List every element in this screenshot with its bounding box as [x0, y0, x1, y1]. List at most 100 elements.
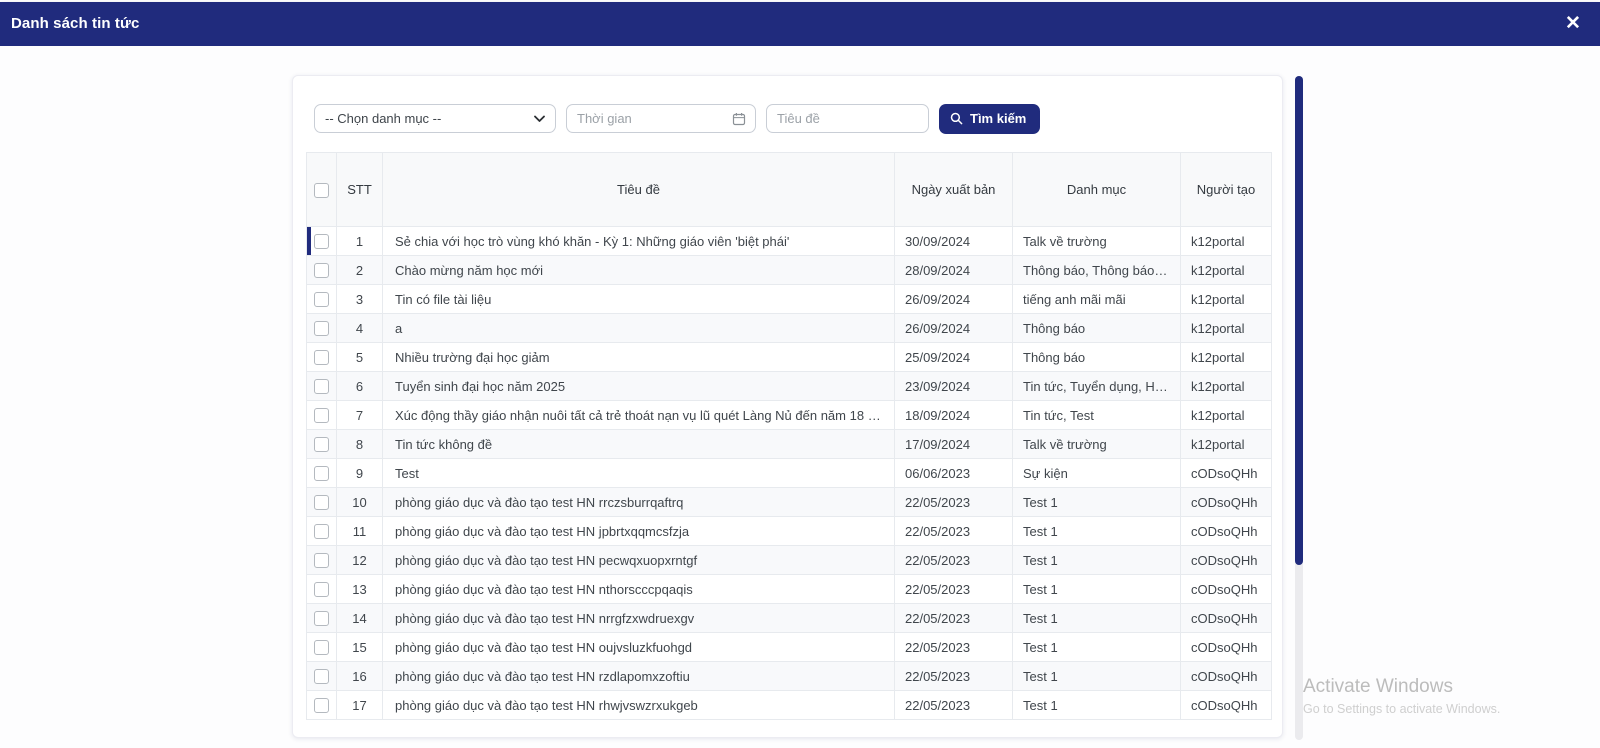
- row-stt: 5: [337, 343, 383, 372]
- row-category: Tin tức, Tuyển dụng, Học sinh: [1013, 372, 1181, 401]
- row-checkbox[interactable]: [314, 321, 329, 336]
- col-publish-date: Ngày xuất bản: [895, 153, 1013, 227]
- row-publish-date: 22/05/2023: [895, 633, 1013, 662]
- row-checkbox-cell: [307, 691, 337, 720]
- row-publish-date: 06/06/2023: [895, 459, 1013, 488]
- table-row[interactable]: 5 Nhiều trường đại học giảm 25/09/2024 T…: [307, 343, 1272, 372]
- title-field-wrap: [766, 104, 929, 133]
- row-publish-date: 22/05/2023: [895, 575, 1013, 604]
- row-title: a: [383, 314, 895, 343]
- row-category: Talk về trường: [1013, 430, 1181, 459]
- search-button[interactable]: Tìm kiếm: [939, 104, 1040, 134]
- table-row[interactable]: 13 phòng giáo dục và đào tạo test HN nth…: [307, 575, 1272, 604]
- row-category: Thông báo: [1013, 314, 1181, 343]
- row-checkbox[interactable]: [314, 263, 329, 278]
- row-category: Tin tức, Test: [1013, 401, 1181, 430]
- table-row[interactable]: 17 phòng giáo dục và đào tạo test HN rhw…: [307, 691, 1272, 720]
- table-row[interactable]: 3 Tin có file tài liệu 26/09/2024 tiếng …: [307, 285, 1272, 314]
- title-search-field[interactable]: [767, 105, 928, 132]
- table-row[interactable]: 10 phòng giáo dục và đào tạo test HN rrc…: [307, 488, 1272, 517]
- row-category: tiếng anh mãi mãi: [1013, 285, 1181, 314]
- table-row[interactable]: 11 phòng giáo dục và đào tạo test HN jpb…: [307, 517, 1272, 546]
- table-body: 1 Sẻ chia với học trò vùng khó khăn - Kỳ…: [307, 227, 1272, 720]
- row-checkbox[interactable]: [314, 234, 329, 249]
- scrollbar-thumb[interactable]: [1295, 76, 1303, 565]
- table-row[interactable]: 15 phòng giáo dục và đào tạo test HN ouj…: [307, 633, 1272, 662]
- row-publish-date: 22/05/2023: [895, 488, 1013, 517]
- row-category: Test 1: [1013, 517, 1181, 546]
- table-row[interactable]: 1 Sẻ chia với học trò vùng khó khăn - Kỳ…: [307, 227, 1272, 256]
- row-category: Test 1: [1013, 604, 1181, 633]
- col-stt: STT: [337, 153, 383, 227]
- scrollbar-track[interactable]: [1295, 76, 1303, 740]
- page-title: Danh sách tin tức: [11, 15, 139, 32]
- row-stt: 9: [337, 459, 383, 488]
- row-publish-date: 28/09/2024: [895, 256, 1013, 285]
- row-category: Thông báo: [1013, 343, 1181, 372]
- row-stt: 10: [337, 488, 383, 517]
- table-row[interactable]: 7 Xúc động thầy giáo nhận nuôi tất cả tr…: [307, 401, 1272, 430]
- row-publish-date: 17/09/2024: [895, 430, 1013, 459]
- close-icon[interactable]: ✕: [1560, 11, 1586, 37]
- news-table: STT Tiêu đề Ngày xuất bản Danh mục Người…: [306, 152, 1272, 720]
- row-creator: k12portal: [1181, 372, 1272, 401]
- row-creator: cODsoQHh: [1181, 691, 1272, 720]
- row-checkbox[interactable]: [314, 466, 329, 481]
- category-select[interactable]: -- Chọn danh mục --: [314, 104, 556, 133]
- row-category: Talk về trường: [1013, 227, 1181, 256]
- row-title: phòng giáo dục và đào tạo test HN pecwqx…: [383, 546, 895, 575]
- row-creator: k12portal: [1181, 343, 1272, 372]
- table-row[interactable]: 6 Tuyển sinh đại học năm 2025 23/09/2024…: [307, 372, 1272, 401]
- row-stt: 13: [337, 575, 383, 604]
- row-checkbox[interactable]: [314, 437, 329, 452]
- row-checkbox[interactable]: [314, 582, 329, 597]
- row-checkbox-cell: [307, 546, 337, 575]
- row-stt: 17: [337, 691, 383, 720]
- row-checkbox[interactable]: [314, 553, 329, 568]
- row-publish-date: 22/05/2023: [895, 691, 1013, 720]
- row-category: Sự kiện: [1013, 459, 1181, 488]
- row-checkbox[interactable]: [314, 611, 329, 626]
- row-creator: cODsoQHh: [1181, 662, 1272, 691]
- filter-bar: -- Chọn danh mục -- Tìm kiếm: [314, 104, 1269, 133]
- table-row[interactable]: 2 Chào mừng năm học mới 28/09/2024 Thông…: [307, 256, 1272, 285]
- col-category: Danh mục: [1013, 153, 1181, 227]
- table-row[interactable]: 4 a 26/09/2024 Thông báo k12portal: [307, 314, 1272, 343]
- row-creator: cODsoQHh: [1181, 575, 1272, 604]
- row-stt: 6: [337, 372, 383, 401]
- row-category: Thông báo, Thông báo từ Sở: [1013, 256, 1181, 285]
- row-checkbox[interactable]: [314, 350, 329, 365]
- table-row[interactable]: 12 phòng giáo dục và đào tạo test HN pec…: [307, 546, 1272, 575]
- row-title: Test: [383, 459, 895, 488]
- row-creator: k12portal: [1181, 285, 1272, 314]
- select-all-cell: [307, 153, 337, 227]
- row-creator: cODsoQHh: [1181, 517, 1272, 546]
- table-row[interactable]: 9 Test 06/06/2023 Sự kiện cODsoQHh: [307, 459, 1272, 488]
- row-category: Test 1: [1013, 691, 1181, 720]
- row-checkbox[interactable]: [314, 495, 329, 510]
- row-checkbox[interactable]: [314, 669, 329, 684]
- modal-header: Danh sách tin tức ✕: [0, 2, 1600, 46]
- row-category: Test 1: [1013, 575, 1181, 604]
- row-stt: 2: [337, 256, 383, 285]
- date-field[interactable]: [567, 105, 755, 132]
- select-all-checkbox[interactable]: [314, 183, 329, 198]
- table-row[interactable]: 8 Tin tức không đề 17/09/2024 Talk về tr…: [307, 430, 1272, 459]
- row-checkbox[interactable]: [314, 640, 329, 655]
- table-row[interactable]: 16 phòng giáo dục và đào tạo test HN rzd…: [307, 662, 1272, 691]
- row-checkbox[interactable]: [314, 524, 329, 539]
- row-checkbox-cell: [307, 285, 337, 314]
- row-checkbox[interactable]: [314, 408, 329, 423]
- row-publish-date: 23/09/2024: [895, 372, 1013, 401]
- table-row[interactable]: 14 phòng giáo dục và đào tạo test HN nrr…: [307, 604, 1272, 633]
- row-checkbox[interactable]: [314, 379, 329, 394]
- row-checkbox[interactable]: [314, 292, 329, 307]
- date-field-wrap: [566, 104, 756, 133]
- row-stt: 11: [337, 517, 383, 546]
- row-checkbox-cell: [307, 227, 337, 256]
- row-checkbox[interactable]: [314, 698, 329, 713]
- row-publish-date: 22/05/2023: [895, 604, 1013, 633]
- row-title: Xúc động thầy giáo nhận nuôi tất cả trẻ …: [383, 401, 895, 430]
- row-title: Chào mừng năm học mới: [383, 256, 895, 285]
- row-checkbox-cell: [307, 401, 337, 430]
